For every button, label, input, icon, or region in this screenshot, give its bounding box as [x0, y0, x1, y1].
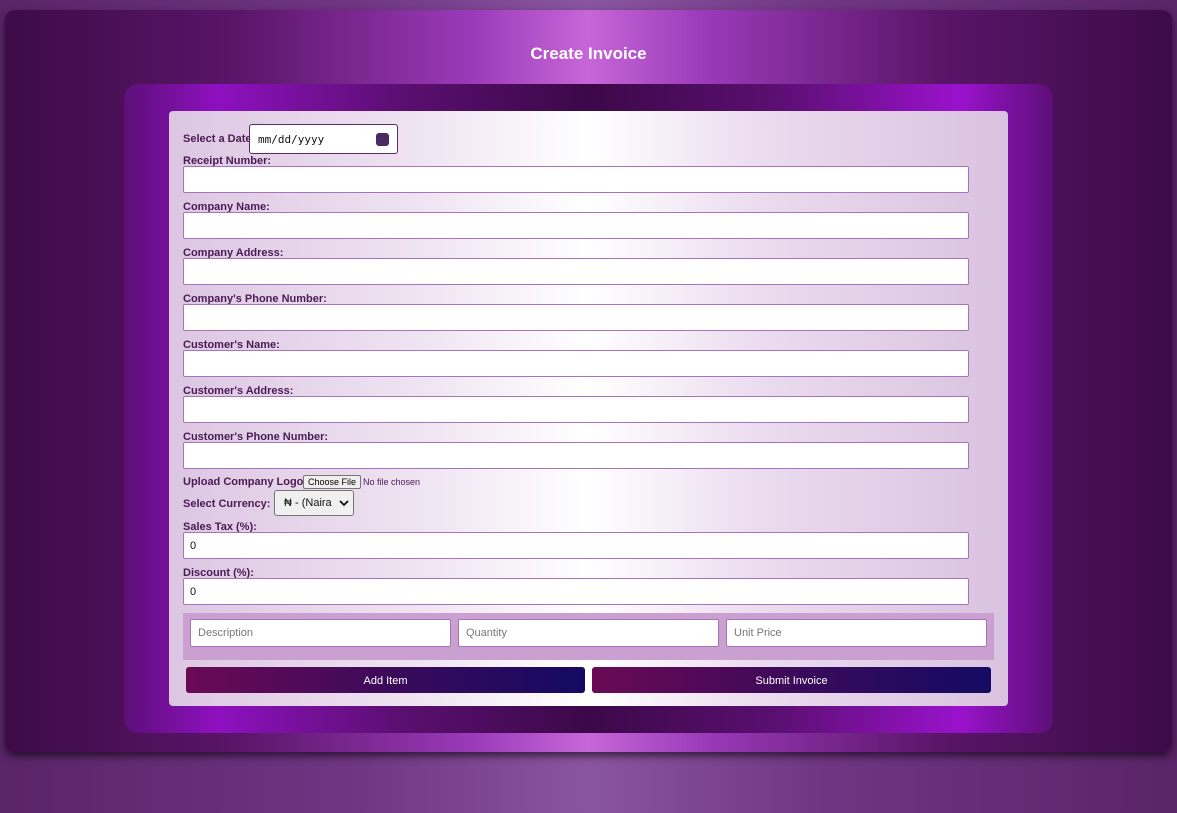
customer-name-input[interactable] [183, 350, 969, 377]
item-unit-price-input[interactable] [726, 619, 987, 647]
company-name-input[interactable] [183, 212, 969, 239]
receipt-number-input[interactable] [183, 166, 969, 193]
discount-input[interactable] [183, 578, 969, 605]
date-placeholder: mm/dd/yyyy [258, 133, 325, 146]
date-label: Select a Date [183, 133, 252, 145]
company-address-input[interactable] [183, 258, 969, 285]
file-status-text: No file chosen [363, 477, 421, 487]
calendar-icon[interactable] [376, 133, 389, 146]
customer-address-input[interactable] [183, 396, 969, 423]
item-description-input[interactable] [190, 619, 451, 647]
currency-label: Select Currency: [183, 498, 271, 510]
submit-invoice-button[interactable]: Submit Invoice [592, 667, 991, 693]
choose-file-button[interactable]: Choose File [303, 475, 362, 489]
company-phone-input[interactable] [183, 304, 969, 331]
add-item-button[interactable]: Add Item [186, 667, 585, 693]
page-title: Create Invoice [530, 44, 647, 63]
customer-phone-input[interactable] [183, 442, 969, 469]
logo-upload-label: Upload Company Logo: [183, 476, 308, 488]
date-input[interactable]: mm/dd/yyyy [249, 124, 398, 154]
chevron-down-icon [339, 500, 349, 507]
item-quantity-input[interactable] [458, 619, 719, 647]
currency-selected-value: ₦ - (Naira [284, 497, 332, 509]
sales-tax-input[interactable] [183, 532, 969, 559]
currency-select[interactable]: ₦ - (Naira [274, 490, 354, 516]
